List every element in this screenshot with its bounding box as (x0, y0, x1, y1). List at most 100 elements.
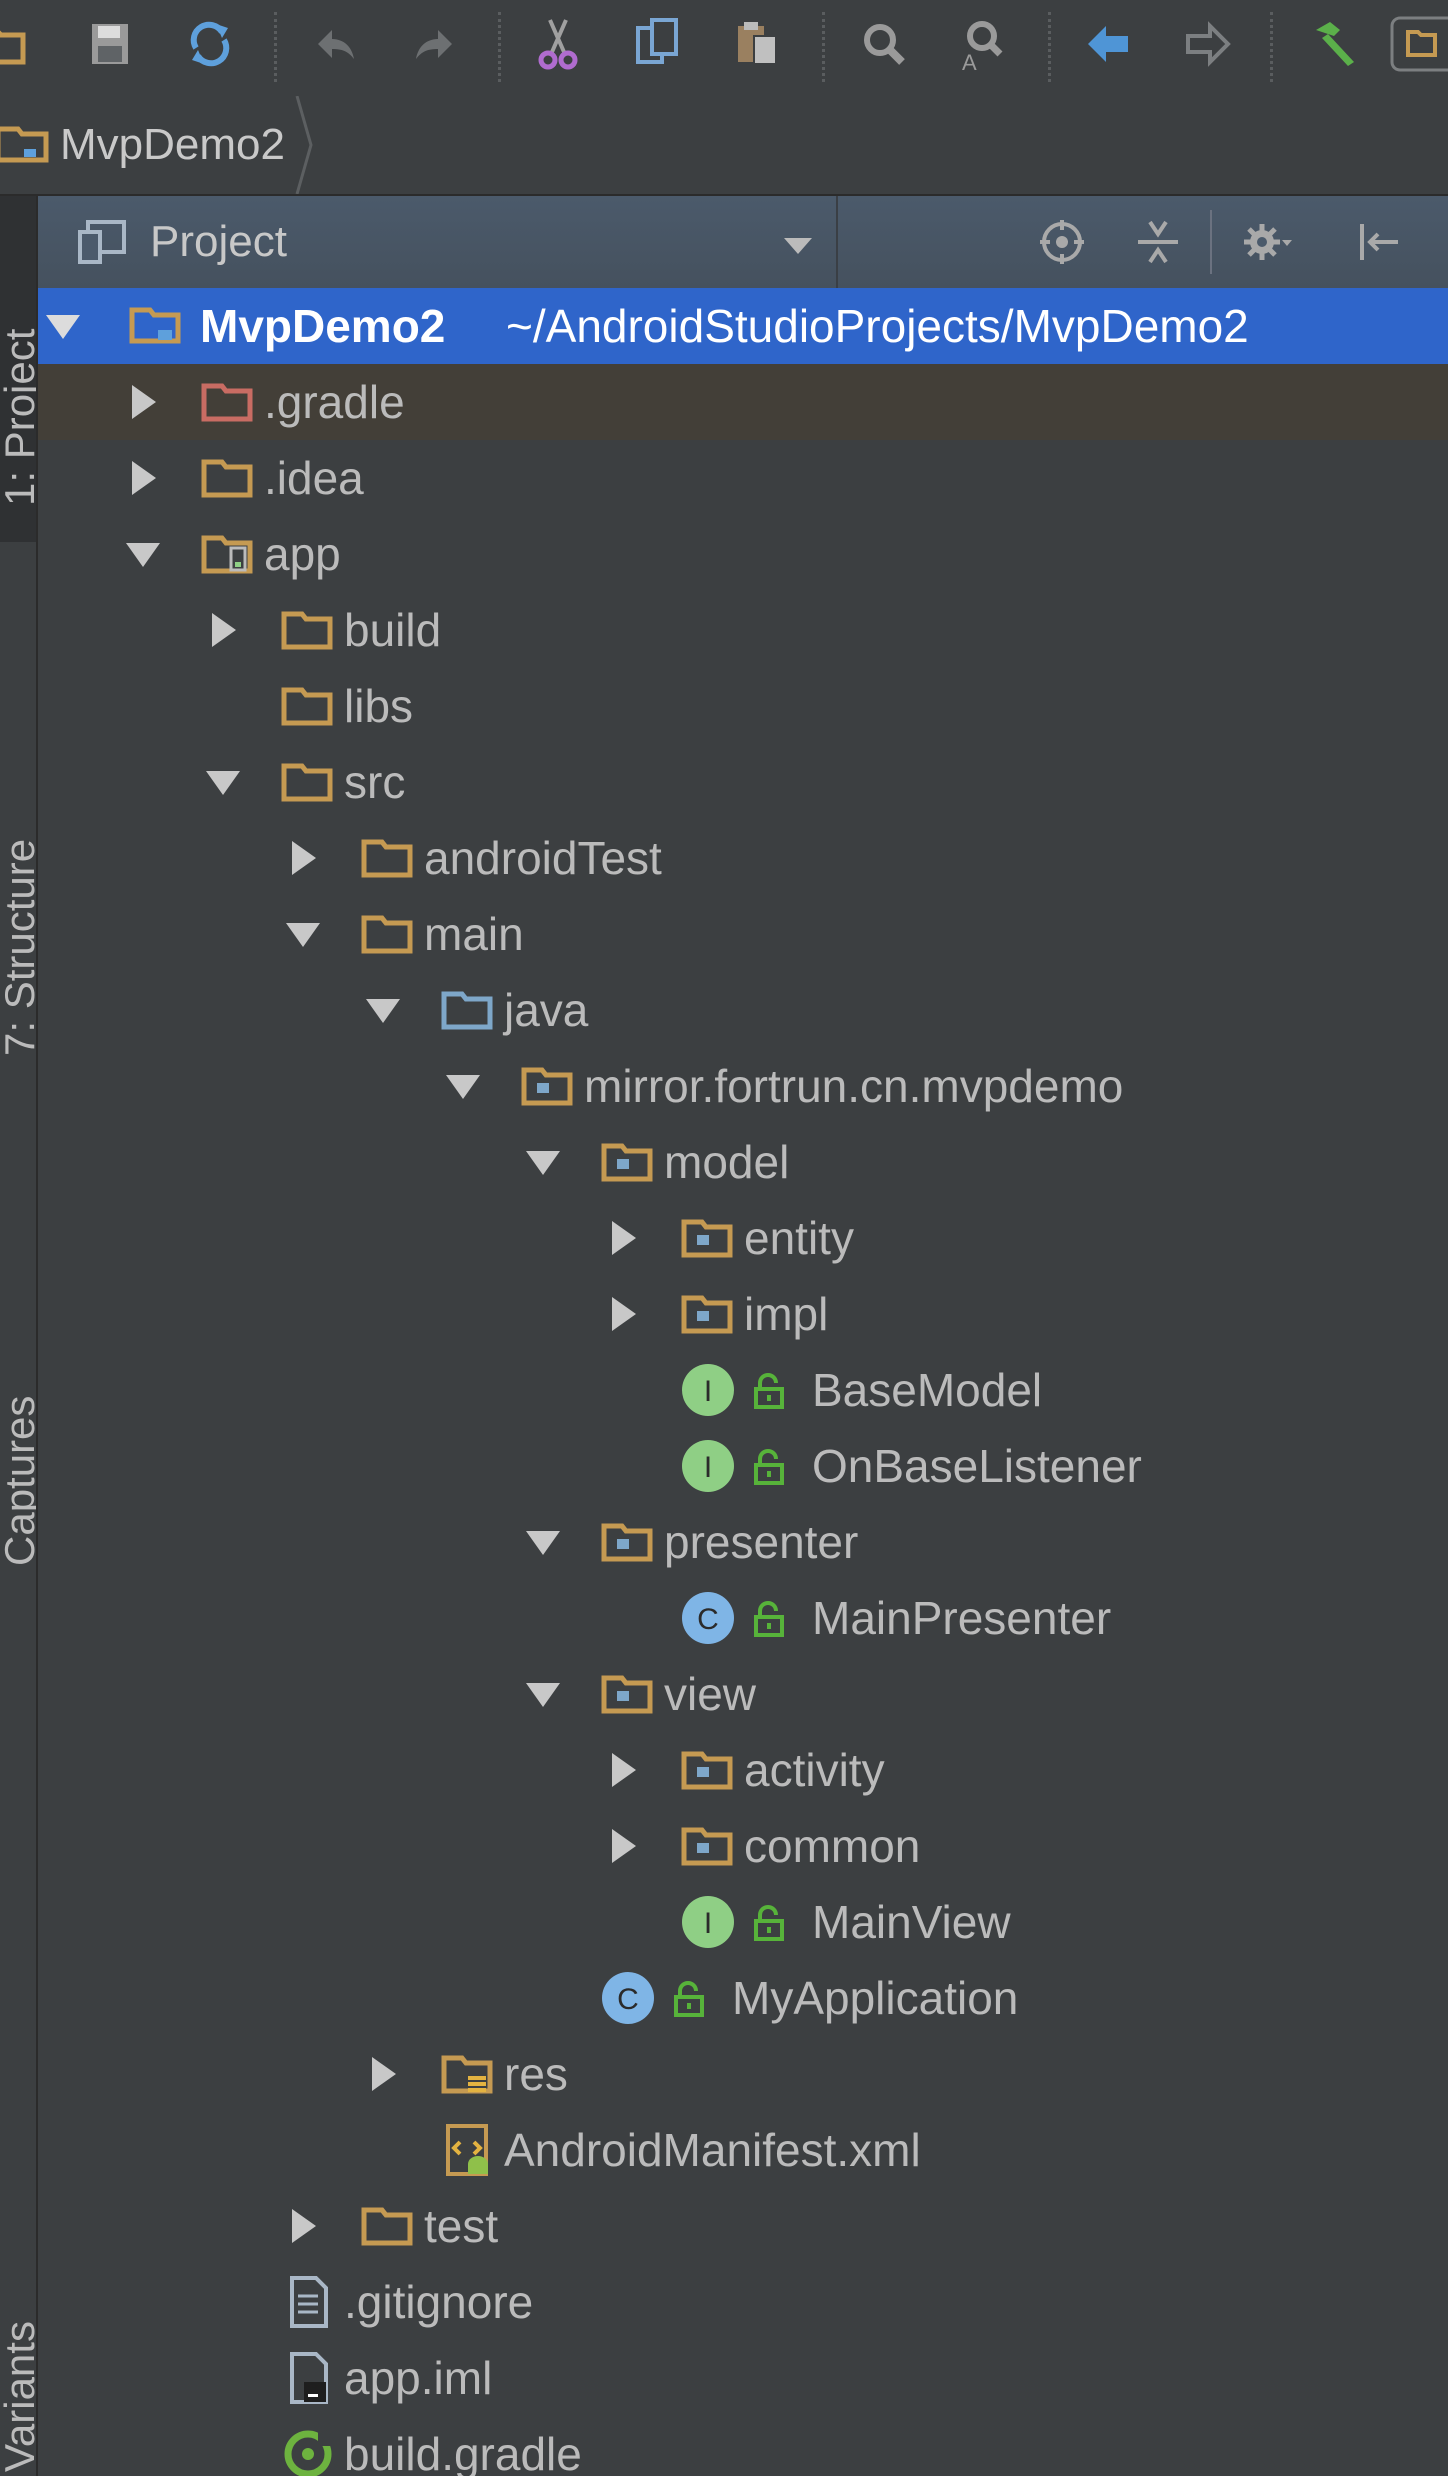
module-folder-icon (126, 296, 186, 356)
expanded-arrow-icon[interactable] (524, 1143, 562, 1181)
expanded-arrow-icon[interactable] (444, 1067, 482, 1105)
tree-item-label: MainPresenter (812, 1592, 1112, 1644)
collapsed-arrow-icon[interactable] (604, 1751, 642, 1789)
find-icon[interactable] (854, 14, 914, 74)
tree-item-label: libs (344, 680, 414, 732)
hide-panel-icon[interactable] (1350, 212, 1410, 272)
tab-project[interactable]: 1: Project (0, 196, 36, 542)
project-panel-header: Project (38, 196, 1448, 290)
cut-icon[interactable] (528, 14, 588, 74)
header-divider (1210, 210, 1212, 274)
tree-row[interactable]: src (38, 744, 1448, 820)
toolbar-separator (1270, 12, 1273, 82)
tree-row[interactable]: libs (38, 668, 1448, 744)
redo-icon[interactable] (404, 14, 464, 74)
package-icon (678, 1208, 738, 1268)
tree-item-label: java (504, 984, 589, 1036)
folder-icon (278, 676, 338, 736)
run-config-icon[interactable] (1390, 14, 1448, 74)
tree-row[interactable]: build.gradle (38, 2416, 1448, 2476)
expanded-arrow-icon[interactable] (284, 915, 322, 953)
tree-row[interactable]: java (38, 972, 1448, 1048)
view-selector[interactable]: Project (38, 196, 838, 288)
tree-row[interactable]: activity (38, 1732, 1448, 1808)
tree-item-label: .gitignore (344, 2276, 534, 2328)
tree-row-root[interactable]: MvpDemo2 ~/AndroidStudioProjects/MvpDemo… (38, 288, 1448, 364)
package-icon (678, 1740, 738, 1800)
collapse-all-icon[interactable] (1128, 212, 1188, 272)
tree-item-label: MyApplication (732, 1972, 1019, 2024)
tree-row[interactable]: C MainPresenter (38, 1580, 1448, 1656)
tree-row[interactable]: androidTest (38, 820, 1448, 896)
collapsed-arrow-icon[interactable] (204, 611, 242, 649)
build-hammer-icon[interactable] (1302, 14, 1362, 74)
tree-row[interactable]: main (38, 896, 1448, 972)
tree-row[interactable]: common (38, 1808, 1448, 1884)
expanded-arrow-icon[interactable] (364, 991, 402, 1029)
tree-row[interactable]: app.iml (38, 2340, 1448, 2416)
tab-structure[interactable]: 7: Structure (0, 576, 36, 1096)
tree-row[interactable]: view (38, 1656, 1448, 1732)
tree-row[interactable]: entity (38, 1200, 1448, 1276)
locate-icon[interactable] (1032, 212, 1092, 272)
tree-item-label: test (424, 2200, 499, 2252)
tree-row[interactable]: impl (38, 1276, 1448, 1352)
collapsed-arrow-icon[interactable] (364, 2055, 402, 2093)
undo-icon[interactable] (306, 14, 366, 74)
settings-gear-icon[interactable] (1236, 212, 1296, 272)
copy-icon[interactable] (628, 14, 688, 74)
tree-item-label: res (504, 2048, 568, 2100)
replace-icon[interactable]: A (952, 14, 1012, 74)
module-folder-icon (198, 524, 258, 584)
expanded-arrow-icon[interactable] (44, 307, 82, 345)
collapsed-arrow-icon[interactable] (284, 2207, 322, 2245)
tree-row[interactable]: test (38, 2188, 1448, 2264)
tree-row[interactable]: mirror.fortrun.cn.mvpdemo (38, 1048, 1448, 1124)
forward-icon[interactable] (1178, 14, 1238, 74)
breadcrumb-project-label: MvpDemo2 (60, 120, 285, 169)
sync-icon[interactable] (180, 14, 240, 74)
tree-row[interactable]: .gitignore (38, 2264, 1448, 2340)
project-tree: MvpDemo2 ~/AndroidStudioProjects/MvpDemo… (38, 288, 1448, 2476)
back-icon[interactable] (1078, 14, 1138, 74)
project-view-icon (74, 212, 134, 272)
tree-row[interactable]: .gradle (38, 364, 1448, 440)
resource-folder-icon (438, 2044, 498, 2104)
tree-row[interactable]: I MainView (38, 1884, 1448, 1960)
save-icon[interactable] (80, 14, 140, 74)
tree-root-path: ~/AndroidStudioProjects/MvpDemo2 (506, 300, 1249, 352)
expanded-arrow-icon[interactable] (524, 1523, 562, 1561)
tree-row[interactable]: AndroidManifest.xml (38, 2112, 1448, 2188)
tree-item-label: .gradle (264, 376, 405, 428)
public-access-icon (670, 1979, 710, 2019)
tree-row[interactable]: build (38, 592, 1448, 668)
tree-row[interactable]: I BaseModel (38, 1352, 1448, 1428)
tree-row[interactable]: presenter (38, 1504, 1448, 1580)
folder-icon[interactable] (0, 14, 30, 74)
collapsed-arrow-icon[interactable] (604, 1219, 642, 1257)
tree-row[interactable]: model (38, 1124, 1448, 1200)
tab-build-variants-label: Variants (0, 2321, 38, 2472)
collapsed-arrow-icon[interactable] (284, 839, 322, 877)
tree-item-label: model (664, 1136, 790, 1188)
tab-captures[interactable]: Captures (0, 1186, 36, 1606)
expanded-arrow-icon[interactable] (204, 763, 242, 801)
tree-root-name: MvpDemo2 (200, 300, 446, 352)
collapsed-arrow-icon[interactable] (604, 1827, 642, 1865)
tree-row[interactable]: .idea (38, 440, 1448, 516)
tab-build-variants[interactable]: Variants (0, 2236, 36, 2476)
tree-row[interactable]: I OnBaseListener (38, 1428, 1448, 1504)
collapsed-arrow-icon[interactable] (604, 1295, 642, 1333)
package-icon (598, 1132, 658, 1192)
breadcrumb[interactable]: MvpDemo2 (0, 96, 315, 194)
tree-row[interactable]: res (38, 2036, 1448, 2112)
expanded-arrow-icon[interactable] (524, 1675, 562, 1713)
tree-item-label: entity (744, 1212, 854, 1264)
expanded-arrow-icon[interactable] (124, 535, 162, 573)
chevron-down-icon[interactable] (778, 226, 818, 266)
paste-icon[interactable] (728, 14, 788, 74)
tree-row[interactable]: app (38, 516, 1448, 592)
collapsed-arrow-icon[interactable] (124, 459, 162, 497)
collapsed-arrow-icon[interactable] (124, 383, 162, 421)
tree-row[interactable]: C MyApplication (38, 1960, 1448, 2036)
